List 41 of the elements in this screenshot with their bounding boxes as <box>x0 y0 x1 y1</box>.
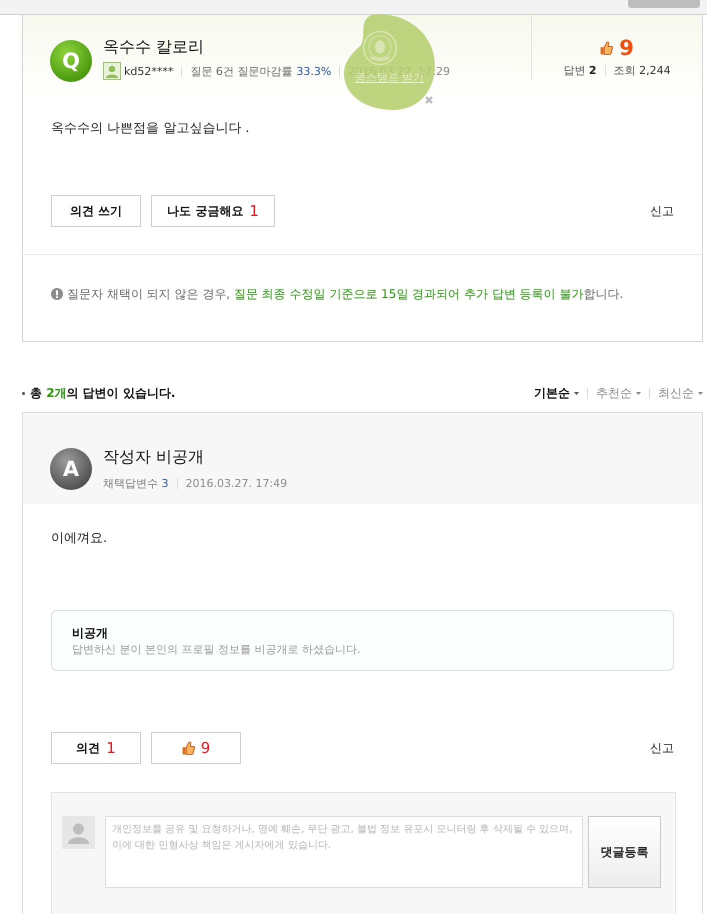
question-stats: 질문 6건 질문마감률 <box>190 64 292 78</box>
search-button[interactable] <box>628 0 700 8</box>
answer-badge: A <box>50 448 92 490</box>
bullet-icon <box>22 392 25 394</box>
comment-submit-button[interactable]: 댓글등록 <box>588 816 661 888</box>
answer-count-summary: 총 2개의 답변이 있습니다. <box>30 384 176 402</box>
curious-button[interactable]: 나도 궁금해요 1 <box>151 195 275 227</box>
stat-count: 답변 2 <box>563 62 597 78</box>
close-rate: 33.3% <box>296 64 332 78</box>
answer-date: 2016.03.27. 17:49 <box>186 476 288 490</box>
author-name[interactable]: kd52**** <box>124 64 174 78</box>
adopted-answer-count: 채택답변수 3 <box>103 476 168 490</box>
opinion-button[interactable]: 의견 쓰기 <box>51 195 141 227</box>
like-count: 9 <box>619 37 634 59</box>
report-link[interactable]: 신고 <box>650 740 674 756</box>
question-badge: Q <box>50 40 92 82</box>
comment-input[interactable]: 개인정보를 공유 및 요청하거나, 명예 훼손, 무단 광고, 불법 정보 유포시 모니터링 후 삭제될 수 있으며, 이에 대한 민형사상 책임은 게시자에게 있습니다. <box>105 816 583 888</box>
deadline-notice: 질문자 채택이 되지 않은 경우, 질문 최종 수정일 기준으로 15일 경과되어 추가 답변 등록이 불가합니다. <box>67 286 624 303</box>
sort-option[interactable]: 기본순 <box>534 384 579 402</box>
report-link[interactable]: 신고 <box>650 202 674 220</box>
thumbs-up-icon <box>182 741 195 755</box>
user-avatar-icon <box>103 62 121 80</box>
thumbs-up-icon <box>600 41 614 55</box>
bean-stamp-icon <box>362 30 398 66</box>
question-body: 옥수수의 나쁜점을 알고싶습니다 . <box>50 120 251 138</box>
answerer-name: 작성자 비공개 <box>103 447 204 467</box>
notice-title: 비공개 <box>72 625 109 641</box>
notice-text: 답변하신 분이 본인의 프로필 정보를 비공개로 하셨습니다. <box>72 642 362 657</box>
caret-icon <box>636 392 641 394</box>
sort-option[interactable]: 추천순 <box>596 384 641 402</box>
exclamation-icon <box>51 288 63 300</box>
sort-option[interactable]: 최신순 <box>658 384 703 402</box>
stat-count: 조회 2,244 <box>614 62 671 78</box>
caret-icon <box>574 392 579 394</box>
question-title: 옥수수 칼로리 <box>103 37 204 57</box>
caret-icon <box>698 392 703 394</box>
close-icon[interactable] <box>425 96 433 104</box>
answer-body: 이에껴요. <box>50 530 108 548</box>
opinion-button[interactable]: 의견 1 <box>51 732 141 764</box>
like-button[interactable]: 9 <box>151 732 241 764</box>
user-silhouette-icon <box>62 816 95 849</box>
